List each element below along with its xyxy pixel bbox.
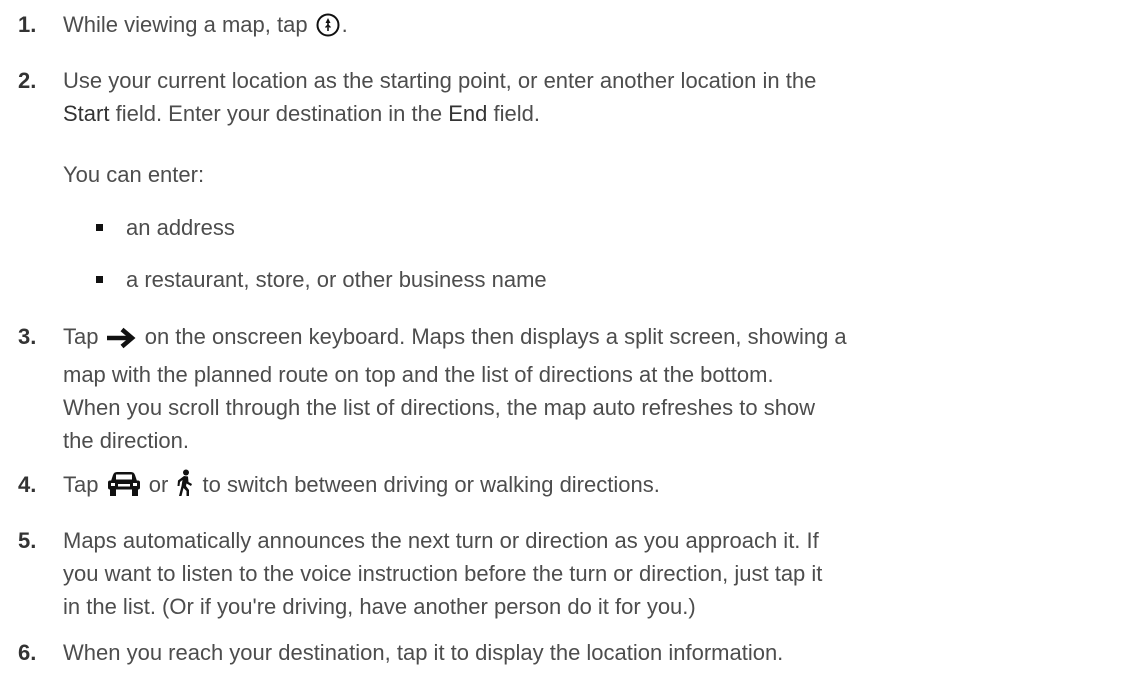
step-number: 2. bbox=[18, 68, 37, 93]
walking-person-icon bbox=[176, 469, 194, 506]
step-text: When you reach your destination, tap it … bbox=[63, 640, 784, 665]
step-text: Use your current location as the startin… bbox=[63, 68, 817, 126]
step-number: 3. bbox=[18, 324, 37, 349]
step-number: 1. bbox=[18, 12, 37, 37]
step-text: Maps automatically announces the next tu… bbox=[63, 528, 823, 619]
step-text: While viewing a map, tap . bbox=[63, 8, 1108, 46]
sub-intro: You can enter: bbox=[63, 162, 205, 187]
car-icon bbox=[107, 471, 141, 506]
arrow-right-icon bbox=[106, 325, 137, 358]
step-number: 4. bbox=[18, 472, 37, 497]
bullet-marker bbox=[96, 276, 103, 283]
bullet-marker bbox=[96, 224, 103, 231]
step-text: Tap or to switch between driving or walk… bbox=[63, 468, 1108, 506]
start-field-term: Start bbox=[63, 101, 110, 126]
step-text: Tap on the onscreen keyboard. Maps then … bbox=[63, 324, 847, 453]
end-field-term: End bbox=[448, 101, 488, 126]
step-number: 5. bbox=[18, 528, 37, 553]
step-number: 6. bbox=[18, 640, 37, 665]
directions-compass-icon bbox=[316, 13, 340, 46]
